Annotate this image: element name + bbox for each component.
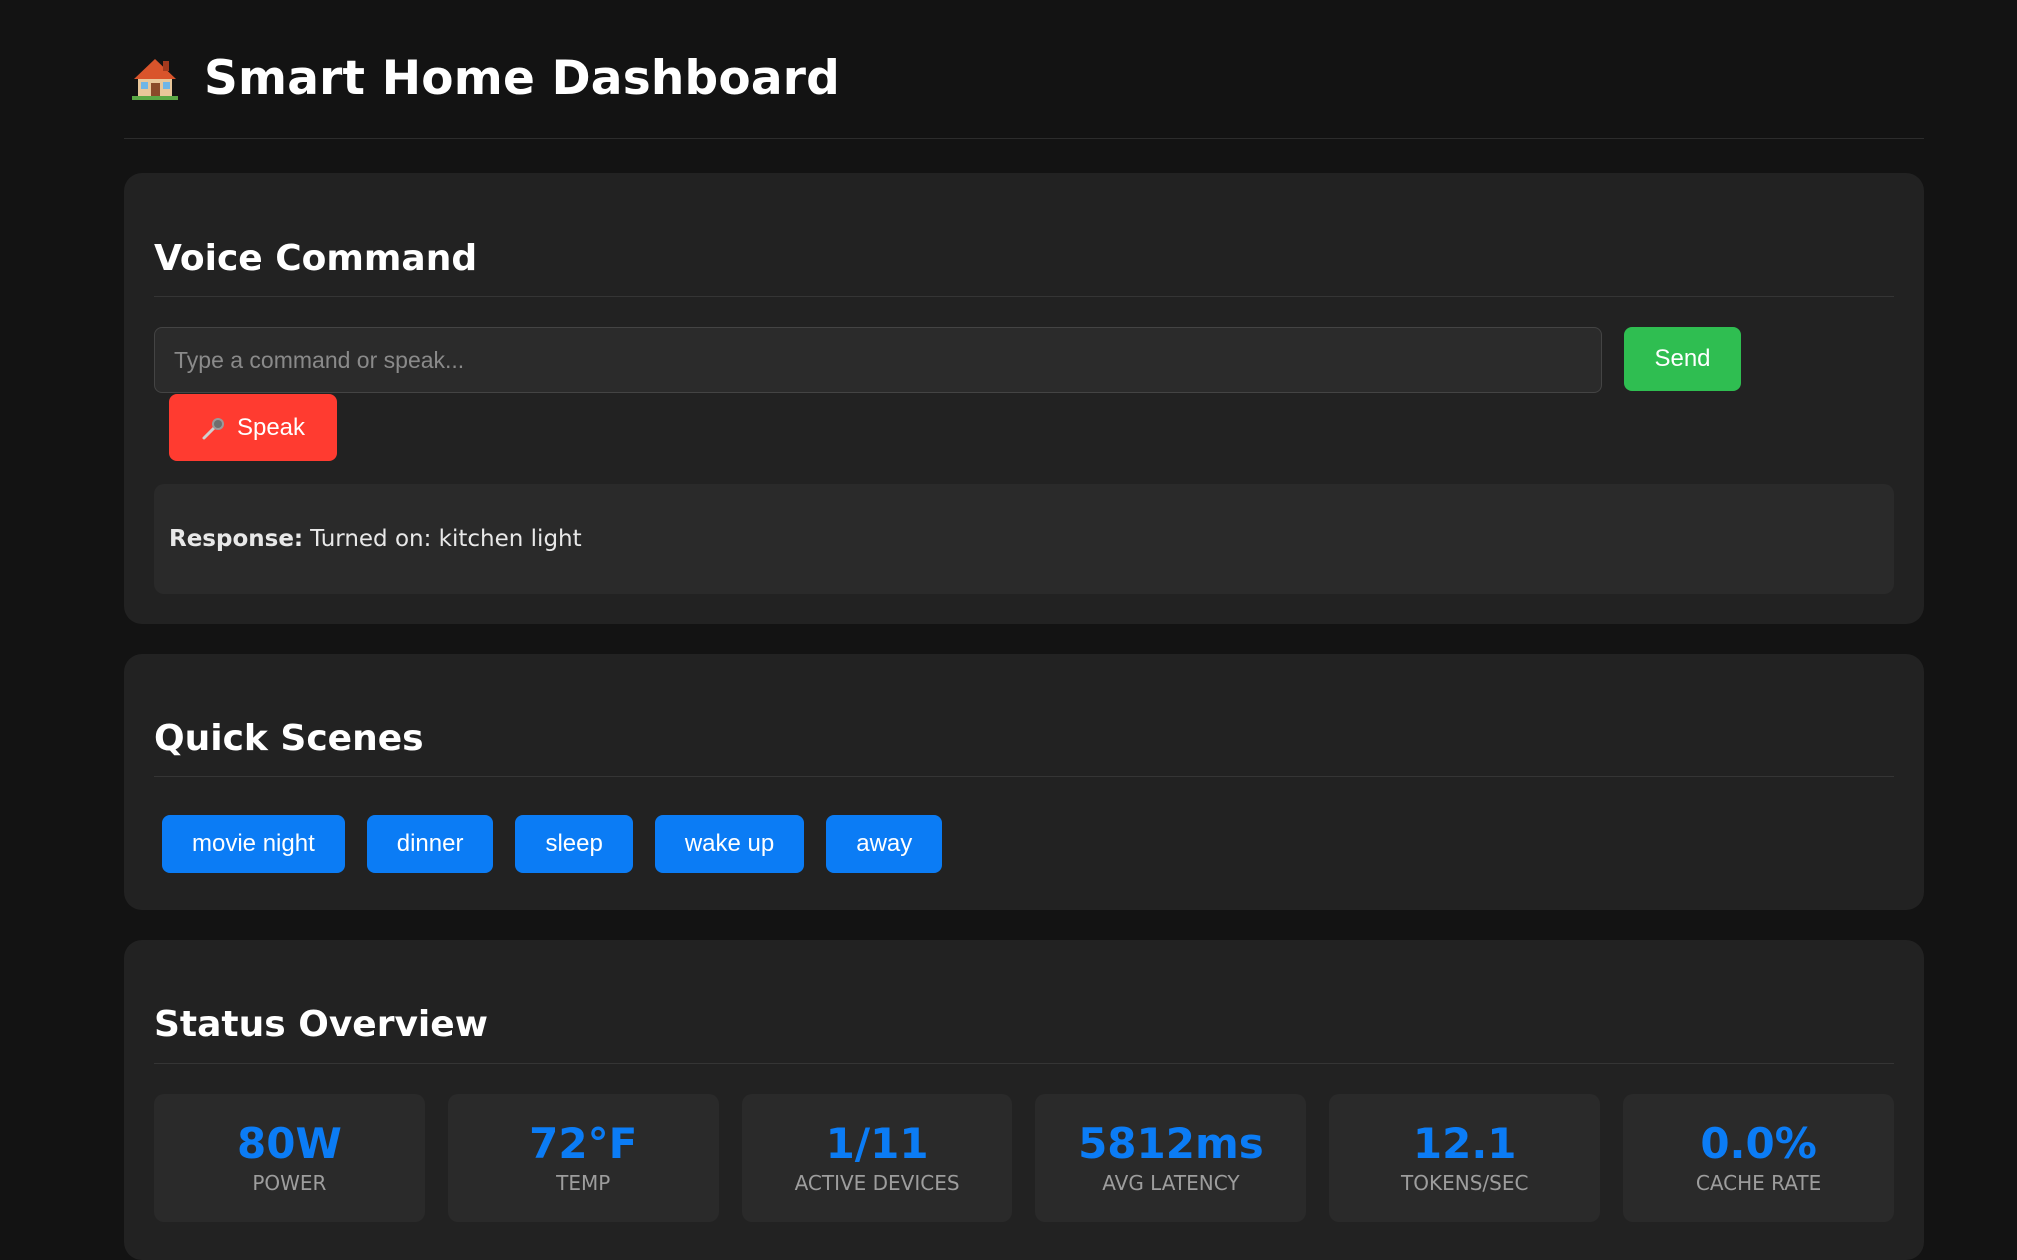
- scene-button-dinner[interactable]: dinner: [366, 815, 494, 873]
- stat-label: TOKENS/SEC: [1401, 1171, 1529, 1195]
- response-box: Response: Turned on: kitchen light: [154, 484, 1894, 594]
- stat-avg-latency: 5812ms AVG LATENCY: [1035, 1094, 1307, 1222]
- scene-button-sleep[interactable]: sleep: [515, 815, 633, 873]
- stat-value: 1/11: [825, 1119, 929, 1168]
- stat-power: 80W POWER: [154, 1094, 425, 1222]
- stat-label: AVG LATENCY: [1102, 1171, 1240, 1195]
- quick-scenes-title: Quick Scenes: [154, 654, 1894, 777]
- stats-row: 80W POWER 72°F TEMP 1/11 ACTIVE DEVICES …: [154, 1064, 1894, 1222]
- stat-label: POWER: [252, 1171, 327, 1195]
- command-row: Send Speak: [154, 297, 1894, 487]
- stat-label: TEMP: [556, 1171, 611, 1195]
- stat-value: 80W: [237, 1119, 342, 1168]
- dashboard-page: Smart Home Dashboard Voice Command Send …: [124, 0, 1924, 1260]
- stat-cache-rate: 0.0% CACHE RATE: [1623, 1094, 1894, 1222]
- scene-button-movie-night[interactable]: movie night: [162, 815, 345, 873]
- stat-label: CACHE RATE: [1695, 1171, 1822, 1195]
- scene-button-away[interactable]: away: [826, 815, 943, 873]
- command-input[interactable]: [154, 327, 1602, 393]
- scene-button-wake-up[interactable]: wake up: [654, 815, 805, 873]
- status-overview-card: Status Overview 80W POWER 72°F TEMP 1/11…: [124, 940, 1924, 1260]
- stat-label: ACTIVE DEVICES: [794, 1171, 960, 1195]
- response-label: Response:: [169, 526, 304, 552]
- stat-value: 72°F: [529, 1119, 638, 1168]
- quick-scenes-card: Quick Scenes movie night dinner sleep wa…: [124, 654, 1924, 910]
- send-button[interactable]: Send: [1624, 327, 1741, 391]
- scenes-row: movie night dinner sleep wake up away: [154, 777, 1894, 873]
- stat-temp: 72°F TEMP: [447, 1094, 719, 1222]
- response-text: Turned on: kitchen light: [310, 526, 582, 552]
- page-title: Smart Home Dashboard: [204, 50, 841, 106]
- microphone-icon: [201, 415, 227, 441]
- stat-tokens-sec: 12.1 TOKENS/SEC: [1329, 1094, 1601, 1222]
- speak-label: Speak: [236, 413, 306, 441]
- stat-value: 5812ms: [1078, 1119, 1264, 1168]
- stat-value: 12.1: [1412, 1119, 1517, 1168]
- stat-active-devices: 1/11 ACTIVE DEVICES: [741, 1094, 1013, 1222]
- house-icon: [132, 55, 178, 101]
- page-header: Smart Home Dashboard: [124, 0, 1924, 139]
- stat-value: 0.0%: [1700, 1119, 1817, 1168]
- speak-button[interactable]: Speak: [169, 394, 337, 461]
- status-overview-title: Status Overview: [154, 940, 1894, 1064]
- voice-command-title: Voice Command: [154, 173, 1894, 297]
